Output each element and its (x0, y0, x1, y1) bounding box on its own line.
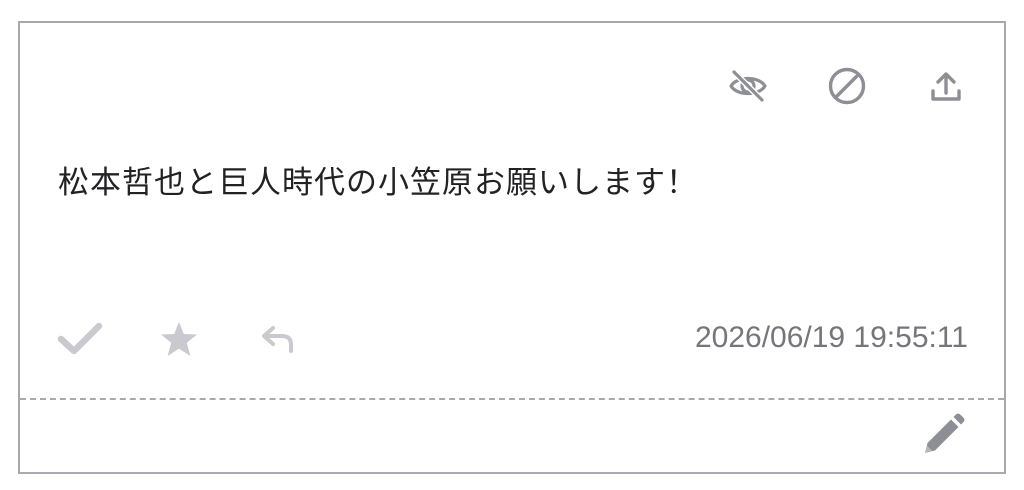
reply-button[interactable] (254, 317, 302, 361)
check-icon (57, 322, 103, 355)
message-card: 松本哲也と巨人時代の小笠原お願いします！ 2026/06/19 19:55:11 (18, 21, 1006, 474)
reply-icon (262, 326, 293, 353)
message-text: 松本哲也と巨人時代の小笠原お願いします！ (58, 165, 698, 201)
pencil-icon (925, 413, 965, 453)
favorite-button[interactable] (155, 317, 203, 361)
timestamp: 2026/06/19 19:55:11 (694, 321, 968, 354)
upload-icon (931, 72, 961, 101)
block-icon (828, 67, 866, 105)
eye-off-icon (729, 69, 767, 103)
share-button[interactable] (924, 64, 968, 108)
edit-button[interactable] (918, 410, 968, 460)
hide-button[interactable] (726, 64, 770, 108)
check-button[interactable] (56, 317, 104, 361)
divider (20, 398, 1004, 400)
block-button[interactable] (825, 64, 869, 108)
star-icon (161, 322, 197, 356)
top-actions (671, 64, 968, 108)
bottom-actions (56, 317, 353, 361)
